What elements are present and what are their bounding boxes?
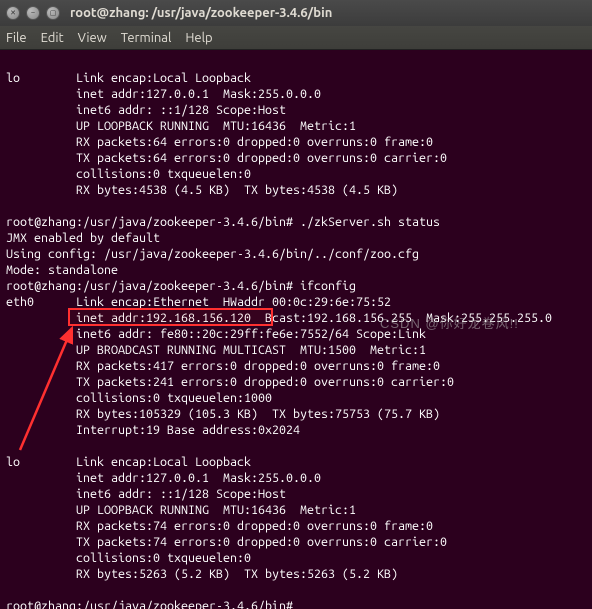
minimize-icon[interactable]: –: [26, 6, 40, 20]
close-icon[interactable]: ✕: [6, 6, 20, 20]
terminal-text: lo Link encap:Local Loopback inet addr:1…: [6, 71, 552, 609]
window-title: root@zhang: /usr/java/zookeeper-3.4.6/bi…: [70, 6, 332, 20]
terminal-output[interactable]: lo Link encap:Local Loopback inet addr:1…: [0, 50, 592, 609]
menu-view[interactable]: View: [78, 31, 107, 45]
annotation-arrow-icon: [10, 320, 100, 460]
menu-help[interactable]: Help: [185, 31, 212, 45]
menubar: File Edit View Terminal Help: [0, 26, 592, 50]
titlebar: ✕ – ▢ root@zhang: /usr/java/zookeeper-3.…: [0, 0, 592, 26]
menu-edit[interactable]: Edit: [41, 31, 64, 45]
maximize-icon[interactable]: ▢: [46, 6, 60, 20]
menu-file[interactable]: File: [6, 31, 27, 45]
menu-terminal[interactable]: Terminal: [121, 31, 172, 45]
